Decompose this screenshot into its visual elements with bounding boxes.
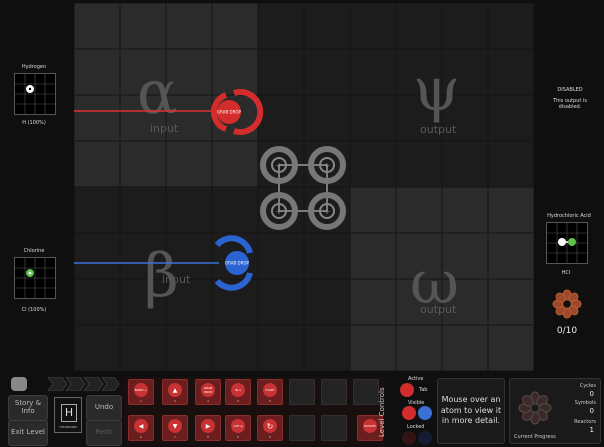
input-alpha-label: Hydrogen	[21, 64, 47, 70]
empty-slot	[289, 379, 315, 405]
run-toggle[interactable]	[11, 377, 27, 391]
reactors-label: Reactors	[574, 419, 596, 425]
output-omega-preview[interactable]	[546, 222, 588, 264]
bonder-4-sign: +	[324, 207, 331, 216]
tool-grab-drop-label: GRAB DROP	[201, 383, 215, 397]
speed-arrows[interactable]	[48, 377, 120, 391]
element-symbol: H	[61, 404, 77, 422]
tool-start-label: START	[263, 383, 277, 397]
tool-input-alpha[interactable]: IN α 4	[225, 379, 251, 405]
atom-hint-panel: Mouse over an atom to view it in more de…	[437, 378, 505, 444]
locked-blue-toggle[interactable]	[418, 431, 432, 445]
tool-grab-drop[interactable]: GRAB DROP 3	[195, 379, 221, 405]
tool-start[interactable]: START 5	[257, 379, 283, 405]
cycles-value: 0	[589, 390, 594, 398]
reactors-value: 1	[589, 426, 594, 434]
input-alpha-formula: H (100%)	[22, 120, 46, 126]
tool-input-alpha-label: IN α	[231, 383, 245, 397]
tool-move-up[interactable]: ▲ 2	[162, 379, 188, 405]
empty-slot	[321, 415, 347, 441]
tool-move-left-label: ◀	[134, 419, 148, 433]
tool-move-right[interactable]: ▶ 8	[195, 415, 221, 441]
element-name: HYDROGEN	[59, 425, 77, 429]
locked-red-toggle[interactable]	[402, 431, 416, 445]
input-beta-grid	[15, 258, 55, 298]
instruction-palette: BOND + 1 ▲ 2 GRAB DROP 3 IN α 4 START 5 …	[124, 377, 384, 445]
empty-slot	[321, 379, 347, 405]
output-hydrogen-atom	[558, 238, 566, 246]
symbols-label: Symbols	[574, 400, 596, 406]
tool-output-psi[interactable]: OUT ψ 9	[225, 415, 251, 441]
reactor-overlay: + + + + GRAB DROP GRAB DROP	[74, 89, 346, 291]
output-progress-flower-icon	[552, 289, 582, 319]
tool-rotate-extra-label: ROTATE	[363, 419, 377, 433]
tab-label: Tab	[419, 387, 428, 393]
blue-waldo[interactable]: GRAB DROP	[214, 235, 253, 291]
visible-label: Visible	[408, 400, 425, 406]
tool-rotate[interactable]: ↻ 0	[257, 415, 283, 441]
progress-flower-icon	[518, 391, 552, 425]
bonder-3-sign: +	[276, 207, 283, 216]
input-beta-formula: Cl (100%)	[21, 307, 47, 313]
undo-button[interactable]: Undo	[86, 395, 122, 421]
tool-move-down[interactable]: ▼ 7	[162, 415, 188, 441]
element-card[interactable]: H HYDROGEN	[54, 397, 82, 433]
cycles-label: Cycles	[579, 383, 596, 389]
tool-move-up-label: ▲	[168, 383, 182, 397]
visible-blue-toggle[interactable]	[418, 406, 432, 420]
output-psi-status-title: DISABLED	[557, 87, 583, 93]
tool-move-right-label: ▶	[201, 419, 215, 433]
empty-slot	[289, 415, 315, 441]
active-label: Active	[408, 376, 424, 382]
output-omega-grid	[547, 223, 587, 263]
output-omega-formula: HCl	[561, 270, 571, 276]
story-info-button[interactable]: Story & Info	[8, 395, 48, 421]
output-omega-product-label: Hydrochloric Acid	[547, 213, 591, 219]
level-controls-title: Level Controls	[378, 387, 386, 437]
tool-move-left[interactable]: ◀ 6	[128, 415, 154, 441]
redo-button[interactable]: Redo	[86, 420, 122, 446]
output-progress-count: 0/10	[556, 326, 578, 336]
tool-move-down-label: ▼	[168, 419, 182, 433]
input-alpha-preview[interactable]	[14, 73, 56, 115]
empty-slot	[353, 379, 379, 405]
input-beta-label: Chlorine	[23, 248, 45, 254]
locked-label: Locked	[407, 424, 425, 430]
tool-rotate-label: ↻	[263, 419, 277, 433]
bonder-2-sign: +	[324, 161, 331, 170]
bonder-1-sign: +	[276, 161, 283, 170]
current-progress-label: Current Progress	[514, 434, 556, 440]
tool-bond[interactable]: BOND + 1	[128, 379, 154, 405]
atom-hint-text: Mouse over an atom to view it in more de…	[440, 395, 502, 426]
reactor-grid[interactable]: α input ψ output β input ω output + + + …	[74, 3, 534, 371]
stats-panel: Cycles 0 Symbols 0 Reactors 1 Current Pr…	[509, 378, 601, 444]
tool-bond-label: BOND +	[134, 383, 148, 397]
red-waldo[interactable]: GRAB DROP	[210, 89, 264, 135]
input-beta-preview[interactable]	[14, 257, 56, 299]
red-waldo-label: GRAB DROP	[217, 110, 241, 115]
input-alpha-grid	[15, 74, 55, 114]
blue-waldo-label: GRAB DROP	[225, 261, 249, 266]
tool-output-psi-label: OUT ψ	[231, 419, 245, 433]
symbols-value: 0	[589, 407, 594, 415]
output-chlorine-atom	[568, 238, 576, 246]
visible-red-toggle[interactable]	[402, 406, 416, 420]
output-psi-status-text: This output is disabled.	[553, 98, 587, 110]
active-toggle[interactable]	[400, 383, 414, 397]
exit-level-button[interactable]: Exit Level	[8, 420, 48, 446]
